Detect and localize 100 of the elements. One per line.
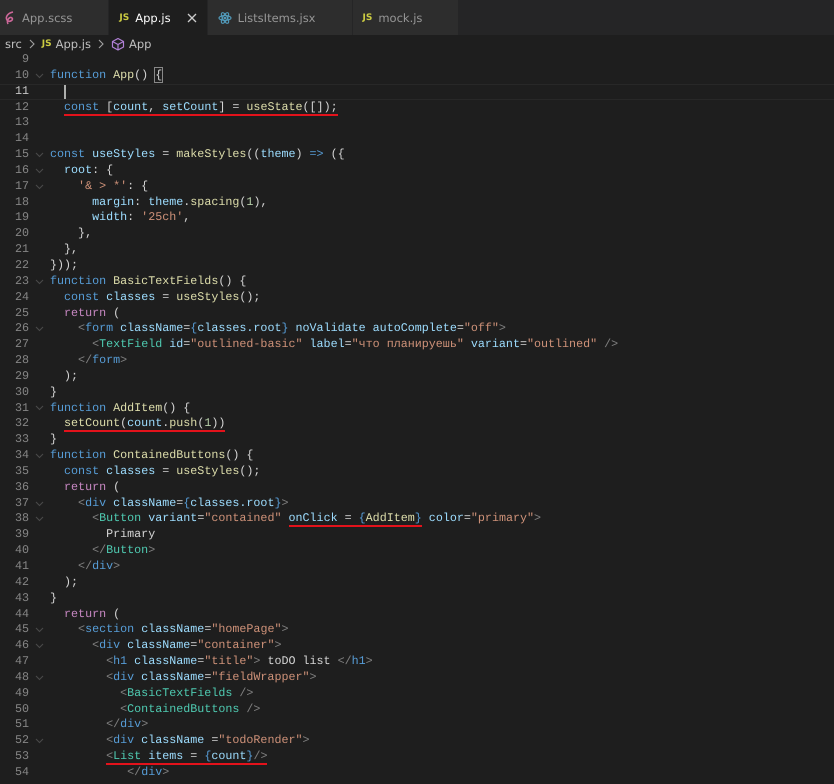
code-line: <div className ="todoRender"> (105, 733, 310, 750)
file-type-label: JS (362, 12, 372, 22)
close-icon (186, 12, 197, 22)
line-number: 31 (14, 400, 29, 416)
code-line: })); (50, 258, 78, 274)
line-number: 26 (14, 321, 29, 338)
code-line: <Button variant="contained" onClick = {AddItem} color="primary"> (91, 511, 542, 528)
line-number: 38 (14, 511, 29, 528)
line-number: 27 (14, 337, 29, 354)
line-number: 22 (14, 258, 29, 274)
editor-tab[interactable]: JS mock.js (352, 0, 460, 35)
line-number: 53 (14, 749, 29, 765)
editor-tab[interactable]: JS App.js (109, 0, 208, 35)
line-number: 24 (14, 290, 29, 306)
line-number: 45 (14, 622, 29, 638)
line-number: 18 (14, 194, 29, 210)
code-line: <ContainedButtons /> (119, 702, 260, 718)
line-number: 11 (14, 84, 29, 99)
line-number: 25 (14, 306, 29, 322)
code-line: function BasicTextFields() { (50, 274, 246, 290)
chevron-right-icon (96, 38, 105, 48)
code-line: ); (63, 368, 78, 385)
code-line: } (50, 590, 58, 607)
cube-icon (110, 36, 125, 50)
code-line: } (50, 384, 58, 401)
atom-icon (218, 10, 232, 24)
code-line: const useStyles = makeStyles((theme) => ({ (50, 147, 345, 163)
line-number: 52 (14, 733, 29, 750)
line-number: 13 (14, 115, 29, 132)
code-line: </div> (105, 717, 148, 734)
code-line: }, (63, 242, 78, 258)
line-number: 21 (14, 242, 29, 258)
breadcrumb-item[interactable]: src (5, 36, 22, 50)
code-line: </Button> (91, 543, 156, 559)
editor-tab[interactable]: ListsItems.jsx (208, 0, 352, 35)
line-number: 47 (14, 654, 29, 670)
code-line: <form className={classes.root} noValidate autoComplete="off"> (77, 321, 506, 338)
code-line: </div> (77, 559, 120, 575)
code-line: <BasicTextFields /> (119, 686, 254, 702)
code-line: </form> (77, 353, 128, 369)
editor-tab[interactable]: App.scss (0, 0, 110, 35)
line-number: 41 (14, 559, 29, 575)
code-line: <div className="container"> (91, 638, 282, 654)
code-line: }, (77, 226, 92, 242)
file-type-label: JS (42, 38, 52, 48)
line-number: 49 (14, 686, 29, 702)
line-number: 54 (14, 764, 29, 781)
code-line: Primary (105, 527, 156, 544)
line-number: 12 (14, 100, 29, 116)
line-number: 35 (14, 464, 29, 480)
code-line: <section className="homePage"> (77, 622, 288, 638)
code-line: </div> (126, 764, 170, 781)
chevron-right-icon (28, 38, 36, 48)
code-line: <h1 className="title"> toDO list </h1> (105, 654, 373, 670)
code-line: } (50, 432, 58, 448)
line-number: 28 (14, 353, 29, 369)
line-number: 51 (14, 717, 29, 734)
line-number: 42 (14, 574, 29, 591)
line-number: 44 (14, 606, 29, 622)
line-number: 30 (14, 384, 29, 401)
line-number: 40 (14, 543, 29, 559)
code-line: <div className="fieldWrapper"> (105, 670, 317, 686)
code-line: <div className={classes.root}> (77, 496, 288, 512)
line-number: 39 (14, 527, 29, 544)
line-number: 50 (14, 702, 29, 718)
breadcrumb-item[interactable]: App.js (56, 36, 91, 50)
text-cursor (64, 84, 66, 99)
code-line: <List items = {count}/> (105, 749, 268, 765)
file-type-label: JS (119, 12, 130, 22)
breadcrumb-item[interactable]: App (128, 36, 152, 50)
line-number: 36 (14, 480, 29, 496)
line-number: 14 (14, 131, 29, 148)
line-number: 33 (14, 432, 29, 448)
code-line: const [count, setCount] = useState([]); (63, 100, 338, 116)
code-line: '& > *': { (77, 178, 148, 195)
code-line: const classes = useStyles(); (63, 290, 260, 306)
code-line: ); (63, 574, 78, 591)
code-line: function AddItem() { (50, 400, 190, 416)
code-line: function App() { (50, 68, 162, 84)
line-number: 29 (14, 368, 29, 385)
code-line: margin: theme.spacing(1), (91, 194, 268, 210)
line-number: 10 (14, 68, 29, 84)
line-number: 16 (14, 162, 29, 179)
line-number: 32 (14, 416, 29, 432)
line-number: 43 (14, 590, 29, 607)
line-number: 15 (14, 147, 29, 163)
line-number: 20 (14, 226, 29, 242)
line-number: 19 (14, 210, 29, 226)
code-line: <TextField id="outlined-basic" label="что планируешь" variant="outlined" /> (91, 337, 618, 354)
line-number: 9 (20, 52, 29, 68)
line-number: 23 (14, 274, 29, 290)
code-line: return ( (63, 606, 120, 622)
code-line: function ContainedButtons() { (50, 448, 254, 464)
line-number: 37 (14, 496, 29, 512)
code-line: return ( (63, 480, 120, 496)
code-line: width: '25ch', (91, 210, 190, 226)
code-line: const classes = useStyles(); (63, 464, 260, 480)
code-line: setCount(count.push(1)) (63, 416, 226, 432)
line-number: 34 (14, 448, 29, 464)
code-line: return ( (63, 306, 120, 322)
